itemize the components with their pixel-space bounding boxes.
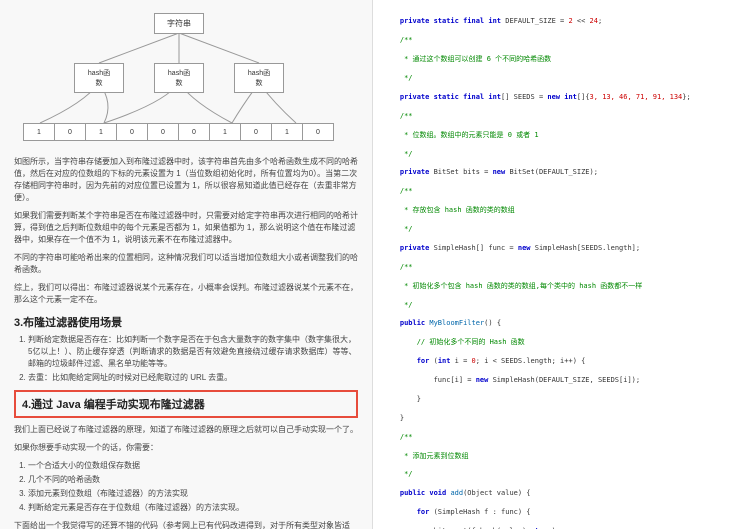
page-container: 字符串 hash函数 hash函数 hash函数 1 0 1 0 0 0 1 0…: [0, 0, 746, 529]
diagram-root-node: 字符串: [154, 13, 204, 34]
code-line: /**: [383, 433, 736, 442]
code-line: for (int i = 0; i < SEEDS.length; i++) {: [383, 357, 736, 366]
code-line: */: [383, 225, 736, 234]
bit-cell: 0: [302, 123, 334, 141]
bit-cell: 1: [85, 123, 117, 141]
diagram-hash-node-1: hash函数: [74, 63, 124, 93]
code-line: private BitSet bits = new BitSet(DEFAULT…: [383, 168, 736, 177]
right-code-column: private static final int DEFAULT_SIZE = …: [373, 0, 746, 529]
highlighted-heading-box: 4.通过 Java 编程手动实现布隆过滤器: [14, 390, 358, 418]
bit-cell: 1: [23, 123, 55, 141]
paragraph: 下面给出一个我觉得写的还算不错的代码（参考网上已有代码改进得到，对于所有类型对象…: [14, 520, 358, 529]
list-item: 判断给定元素是否存在于位数组（布隆过滤器）的方法实现。: [28, 502, 358, 514]
code-line: private static final int DEFAULT_SIZE = …: [383, 17, 736, 26]
diagram-hash-node-2: hash函数: [154, 63, 204, 93]
code-line: }: [383, 395, 736, 404]
bit-cell: 1: [271, 123, 303, 141]
code-line: private static final int[] SEEDS = new i…: [383, 93, 736, 102]
code-line: for (SimpleHash f : func) {: [383, 508, 736, 517]
list-item: 判断给定数据是否存在：比如判断一个数字是否在于包含大量数字的数字集中（数字集很大…: [28, 334, 358, 370]
paragraph: 如图所示，当字符串存储要加入到布隆过滤器中时，该字符串首先由多个哈希函数生成不同…: [14, 156, 358, 204]
code-line: * 添加元素到位数组: [383, 452, 736, 461]
section-heading-4: 4.通过 Java 编程手动实现布隆过滤器: [22, 396, 350, 412]
code-line: public MyBloomFilter() {: [383, 319, 736, 328]
left-column: 字符串 hash函数 hash函数 hash函数 1 0 1 0 0 0 1 0…: [0, 0, 373, 529]
code-line: /**: [383, 263, 736, 272]
code-line: */: [383, 74, 736, 83]
list-item: 几个不同的哈希函数: [28, 474, 358, 486]
code-line: }: [383, 414, 736, 423]
code-line: private SimpleHash[] func = new SimpleHa…: [383, 244, 736, 253]
code-line: */: [383, 150, 736, 159]
code-line: */: [383, 470, 736, 479]
code-line: // 初始化多个不同的 Hash 函数: [383, 338, 736, 347]
bit-cell: 0: [240, 123, 272, 141]
code-line: * 存放包含 hash 函数的类的数组: [383, 206, 736, 215]
bit-cell: 0: [116, 123, 148, 141]
code-line: /**: [383, 187, 736, 196]
use-case-list: 判断给定数据是否存在：比如判断一个数字是否在于包含大量数字的数字集中（数字集很大…: [28, 334, 358, 384]
diagram-bit-cells: 1 0 1 0 0 0 1 0 1 0: [24, 123, 334, 141]
bit-cell: 0: [54, 123, 86, 141]
bloom-diagram: 字符串 hash函数 hash函数 hash函数 1 0 1 0 0 0 1 0…: [14, 8, 358, 148]
paragraph: 不同的字符串可能哈希出来的位置相同，这种情况我们可以适当增加位数组大小或者调整我…: [14, 252, 358, 276]
diagram-hash-node-3: hash函数: [234, 63, 284, 93]
bit-cell: 0: [178, 123, 210, 141]
list-item: 去重：比如爬给定网址的时候对已经爬取过的 URL 去重。: [28, 372, 358, 384]
code-line: /**: [383, 112, 736, 121]
paragraph: 如果我们需要判断某个字符串是否在布隆过滤器中时，只需要对给定字符串再次进行相同的…: [14, 210, 358, 246]
paragraph: 综上，我们可以得出：布隆过滤器说某个元素存在，小概率会误判。布隆过滤器说某个元素…: [14, 282, 358, 306]
code-line: /**: [383, 36, 736, 45]
code-line: * 初始化多个包含 hash 函数的类的数组,每个类中的 hash 函数都不一样: [383, 282, 736, 291]
list-item: 添加元素到位数组（布隆过滤器）的方法实现: [28, 488, 358, 500]
section-heading-3: 3.布隆过滤器使用场景: [14, 314, 358, 330]
code-line: * 通过这个数组可以创建 6 个不同的哈希函数: [383, 55, 736, 64]
code-line: public void add(Object value) {: [383, 489, 736, 498]
bit-cell: 0: [147, 123, 179, 141]
code-line: * 位数组。数组中的元素只能是 0 或者 1: [383, 131, 736, 140]
paragraph: 如果你想要手动实现一个的话，你需要：: [14, 442, 358, 454]
code-line: */: [383, 301, 736, 310]
steps-list: 一个合适大小的位数组保存数据 几个不同的哈希函数 添加元素到位数组（布隆过滤器）…: [28, 460, 358, 514]
bit-cell: 1: [209, 123, 241, 141]
code-line: func[i] = new SimpleHash(DEFAULT_SIZE, S…: [383, 376, 736, 385]
paragraph: 我们上面已经说了布隆过滤器的原理，知道了布隆过滤器的原理之后就可以自己手动实现一…: [14, 424, 358, 436]
list-item: 一个合适大小的位数组保存数据: [28, 460, 358, 472]
